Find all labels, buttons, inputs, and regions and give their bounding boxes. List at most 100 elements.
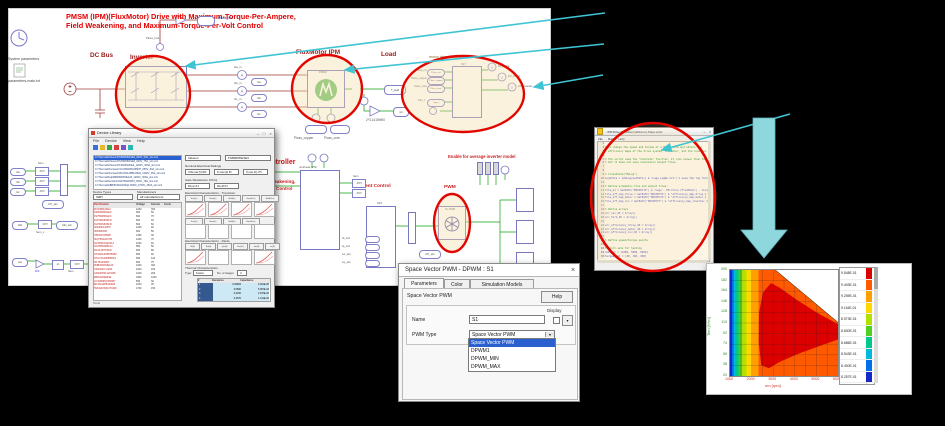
efficiency-map-window[interactable]: Tem [N*m] 2001821641461281109274563820 — [706, 263, 912, 395]
curve-button[interactable]: Irm(If) — [249, 243, 264, 250]
curve-button[interactable]: Qrr(If) — [217, 243, 232, 250]
device-type-select[interactable]: IGBT — [93, 194, 133, 200]
pwm-type-option[interactable]: DPWM_MAX — [469, 363, 555, 371]
script-titlebar[interactable]: ...\PM Drive (FluxMotor) Efficiency Maps… — [595, 128, 713, 136]
contour-plot[interactable] — [729, 269, 839, 377]
stages-spinner[interactable]: 4 — [237, 270, 247, 276]
rating-field[interactable]: Tj,max [C] 175 — [243, 169, 268, 175]
y-tick-label: 38 — [715, 362, 727, 366]
script-hscrollbar[interactable] — [597, 260, 708, 263]
curve-button[interactable]: Eon(Vce) — [242, 195, 260, 202]
device-file-list[interactable]: C:\Thermal\Infineon\FS50R06W1E3_600V_50A… — [93, 155, 182, 190]
curve-button[interactable]: Err(If) — [201, 243, 216, 250]
rating-field[interactable]: VCE,max [V] 600 — [185, 169, 210, 175]
pwm-dialog[interactable]: Space Vector PWM - DPWM : S1 × Parameter… — [398, 263, 580, 402]
curve-button[interactable]: Eoff(Ic) — [223, 195, 241, 202]
help-button[interactable]: Help — [541, 291, 573, 303]
characteristic-thumbnail[interactable] — [231, 224, 252, 239]
rating-field[interactable]: IC,max [A] 50 — [214, 169, 239, 175]
menu-item[interactable]: Help — [137, 139, 145, 143]
name-display-checkbox[interactable] — [553, 317, 560, 324]
legend-row[interactable]: 9.116E-01 — [840, 303, 874, 315]
pwm-dialog-titlebar[interactable]: Space Vector PWM - DPWM : S1 × — [399, 264, 579, 277]
device-browser-window[interactable]: Device Library – □ × FileDeviceViewHelp … — [88, 128, 275, 308]
name-input[interactable]: S1 — [469, 315, 545, 324]
legend-row[interactable]: 8.830E-01 — [840, 326, 874, 338]
characteristic-thumbnail[interactable] — [231, 202, 252, 217]
thermal-table[interactable]: #ResistanceCapacitance10.008643.021E-052… — [197, 278, 271, 302]
characteristic-thumbnail[interactable] — [208, 202, 229, 217]
legend-row[interactable]: 8.973E-01 — [840, 314, 874, 326]
characteristic-thumbnail[interactable] — [185, 224, 206, 239]
close-icon[interactable]: × — [267, 131, 274, 136]
script-line: 3% efficiency maps of the drive system, … — [598, 150, 709, 154]
legend-row[interactable]: 8.257E-01 — [840, 372, 874, 384]
part-number-field[interactable]: FS50R06W1E3 — [225, 155, 271, 161]
toolbar-import-icon[interactable] — [121, 145, 126, 150]
characteristic-thumbnail[interactable] — [231, 250, 252, 265]
legend-value: 9.548E-01 — [840, 271, 866, 275]
curve-button[interactable]: Err(Vr) — [233, 243, 248, 250]
legend-row[interactable]: 9.548E-01 — [840, 268, 874, 280]
characteristic-thumbnail[interactable] — [185, 250, 206, 265]
thermal-type-select[interactable]: Foster — [193, 270, 213, 276]
characteristic-thumbnail[interactable] — [185, 202, 206, 217]
menu-item[interactable]: Device — [105, 139, 117, 143]
manufacturer-select[interactable]: All manufacturers — [137, 194, 180, 200]
legend-scrollbar-thumb[interactable] — [874, 267, 878, 289]
x-tick-label: 1000 — [725, 377, 733, 381]
display-label: Display — [547, 308, 561, 313]
curve-button[interactable]: Vce(Ic) — [185, 195, 203, 202]
legend-row[interactable]: 8.543E-01 — [840, 349, 874, 361]
menu-item[interactable]: File — [93, 139, 99, 143]
combo-arrow-icon[interactable]: ▾ — [545, 332, 554, 337]
characteristic-thumbnail[interactable] — [208, 250, 229, 265]
legend-box[interactable]: 9.548E-01 9.403E-019.259E-019.116E-01 8.97… — [839, 267, 875, 385]
legend-row[interactable]: No result — [840, 383, 874, 385]
legend-value: 8.973E-01 — [840, 317, 866, 321]
line-code: arr_TorG_ID = Array() — [605, 216, 637, 220]
characteristic-thumbnail[interactable] — [254, 202, 275, 217]
script-body[interactable]: 12% To change the speed and torque of a … — [597, 141, 710, 262]
curve-button[interactable]: Vf(If) — [185, 243, 200, 250]
device-browser-titlebar[interactable]: Device Library – □ × — [89, 129, 274, 138]
legend-row[interactable]: 9.259E-01 — [840, 291, 874, 303]
thermal-row[interactable]: 40.46701.141E-02 — [198, 297, 270, 302]
toolbar-open-icon[interactable] — [100, 145, 105, 150]
legend-value: 8.686E-01 — [840, 341, 866, 345]
toolbar-save-icon[interactable] — [107, 145, 112, 150]
curve-button[interactable]: trr(If) — [265, 243, 280, 250]
toolbar-delete-icon[interactable] — [114, 145, 119, 150]
pwm-type-option[interactable]: DPWM_MIN — [469, 355, 555, 363]
characteristic-thumbnail[interactable] — [254, 250, 275, 265]
file-list-item[interactable]: C:\Thermal\ABB\5SNG0150Q170300_1700V_150… — [94, 184, 181, 188]
pwm-type-dropdown[interactable]: Space Vector PWMDPWM1DPWM_MINDPWM_MAX — [468, 338, 556, 372]
gate-field[interactable]: RG,off 8.2 — [214, 183, 239, 189]
menu-item[interactable]: View — [123, 139, 131, 143]
pwm-close-icon[interactable]: × — [567, 267, 579, 274]
y-tick-label: 164 — [715, 288, 727, 292]
script-vscrollbar[interactable] — [708, 141, 711, 260]
table-row[interactable]: 5SNG0150Q1703001700150 — [94, 287, 181, 291]
script-file-icon — [597, 128, 603, 135]
legend-row[interactable]: 9.403E-01 — [840, 280, 874, 292]
toolbar-new-icon[interactable] — [93, 145, 98, 150]
characteristic-thumbnail[interactable] — [254, 224, 275, 239]
script-editor-window[interactable]: ...\PM Drive (FluxMotor) Efficiency Maps… — [594, 127, 714, 271]
pwm-subtitle: Space Vector PWM — [407, 293, 452, 299]
characteristic-thumbnail[interactable] — [208, 224, 229, 239]
curve-button[interactable]: Eon(Ic) — [204, 195, 222, 202]
script-close-icon[interactable]: × — [707, 130, 713, 134]
parts-table[interactable]: Part NumberVoltageCurrentCond. FF300R12K… — [93, 202, 182, 301]
pwm-type-option[interactable]: Space Vector PWM — [469, 339, 555, 347]
name-more-button[interactable]: ▾ — [562, 315, 573, 326]
manufacturer-combo[interactable]: Infineon — [185, 155, 221, 161]
gate-field[interactable]: RG,on 8.2 — [185, 183, 210, 189]
pwm-type-option[interactable]: DPWM1 — [469, 347, 555, 355]
curve-button[interactable]: Eoff(Vce) — [261, 195, 279, 202]
toolbar-export-icon[interactable] — [128, 145, 133, 150]
legend-scrollbar[interactable] — [874, 267, 878, 383]
line-code: arr_efficiency_inv_ID = Array() — [605, 231, 653, 235]
legend-row[interactable]: 8.686E-01 — [840, 337, 874, 349]
legend-row[interactable]: 8.400E-01 — [840, 360, 874, 372]
